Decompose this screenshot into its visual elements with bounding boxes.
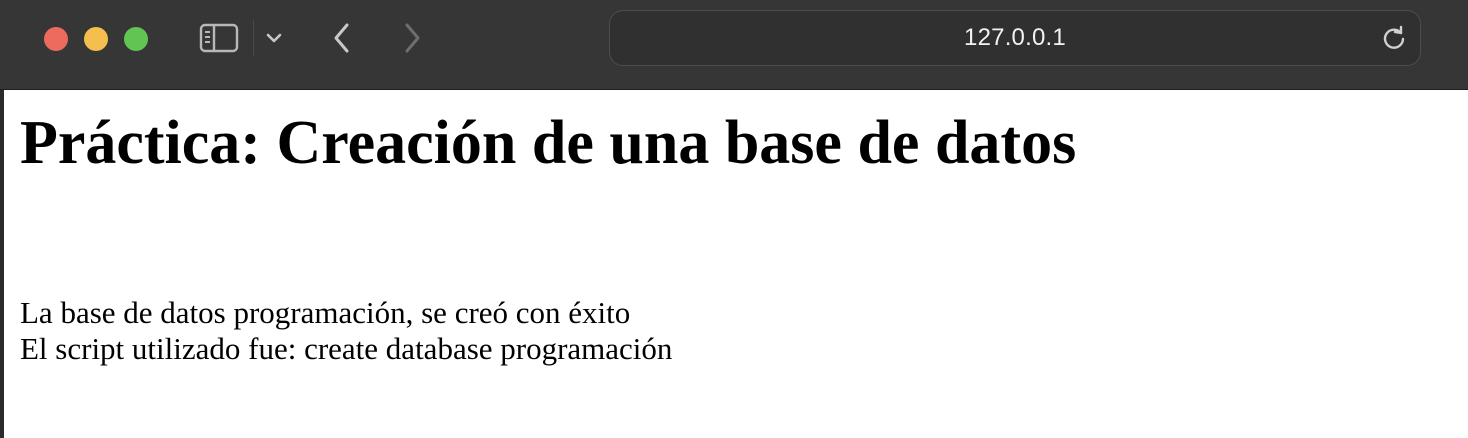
chevron-left-icon (334, 23, 349, 53)
script-message: El script utilizado fue: create database… (20, 331, 673, 366)
reload-button[interactable] (1378, 22, 1410, 54)
address-text[interactable]: 127.0.0.1 (610, 11, 1420, 65)
minimize-window-icon[interactable] (84, 27, 108, 51)
browser-toolbar: 127.0.0.1 (0, 0, 1468, 90)
chevron-down-icon (266, 33, 282, 43)
toolbar-separator (253, 20, 254, 56)
reload-icon (1383, 25, 1405, 49)
zoom-window-icon[interactable] (124, 27, 148, 51)
tab-overview-menu-button[interactable] (260, 22, 288, 54)
browser-window: 127.0.0.1 Práctica: Creación de una base… (0, 0, 1468, 438)
close-window-icon[interactable] (44, 27, 68, 51)
back-button[interactable] (322, 18, 362, 58)
forward-button[interactable] (392, 18, 432, 58)
window-edge (0, 90, 4, 438)
page-title: Práctica: Creación de una base de datos (20, 109, 1077, 177)
address-bar[interactable]: 127.0.0.1 (609, 10, 1421, 66)
success-message: La base de datos programación, se creó c… (20, 295, 631, 330)
chevron-right-icon (405, 23, 420, 53)
page-content: Práctica: Creación de una base de datos … (20, 90, 1468, 438)
sidebar-icon (199, 23, 239, 53)
sidebar-toggle-button[interactable] (196, 20, 242, 56)
